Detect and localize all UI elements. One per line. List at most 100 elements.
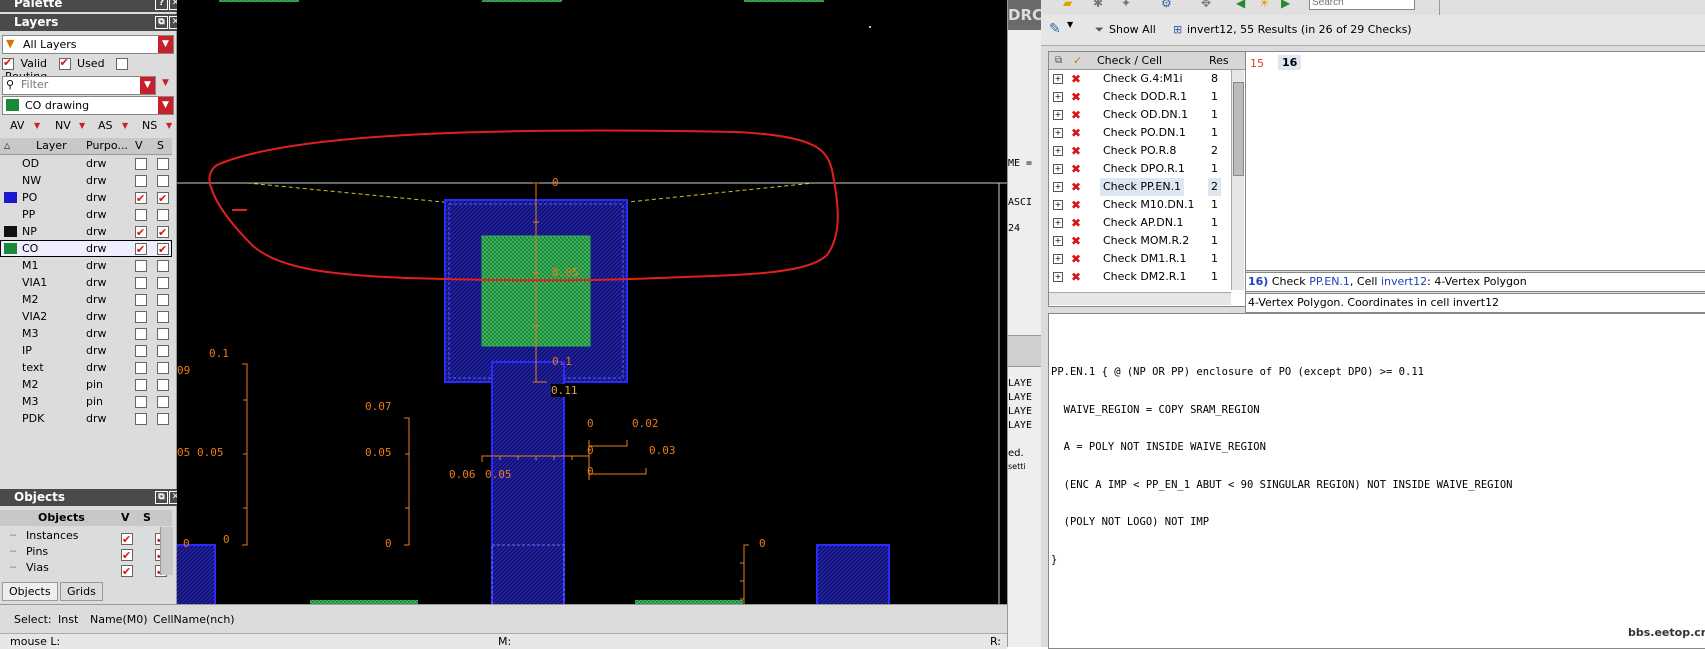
selectable-checkbox[interactable] bbox=[157, 396, 169, 408]
used-checkbox[interactable] bbox=[58, 56, 71, 70]
scrollbar-thumb[interactable] bbox=[1233, 82, 1244, 176]
chevron-down-icon[interactable]: ▼ bbox=[166, 117, 172, 134]
check-row[interactable]: + ✖ Check DPO.R.1 1 bbox=[1049, 160, 1229, 178]
visible-checkbox[interactable] bbox=[135, 277, 147, 289]
chevron-down-icon[interactable]: ▼ bbox=[79, 117, 85, 134]
expand-icon[interactable]: + bbox=[1053, 74, 1063, 84]
check-row[interactable]: + ✖ Check PP.EN.1 2 bbox=[1049, 178, 1229, 196]
layer-row[interactable]: M3 drw bbox=[0, 325, 172, 342]
expand-icon[interactable]: + bbox=[1053, 146, 1063, 156]
layer-row[interactable]: VIA1 drw bbox=[0, 274, 172, 291]
layer-row[interactable]: M2 drw bbox=[0, 291, 172, 308]
layer-row[interactable]: M2 pin bbox=[0, 376, 172, 393]
selectable-checkbox[interactable] bbox=[157, 190, 169, 207]
expand-icon[interactable]: + bbox=[1053, 254, 1063, 264]
chevron-down-icon[interactable]: ▼ bbox=[140, 77, 155, 94]
highlight-icon[interactable]: ✦ bbox=[1121, 0, 1131, 10]
valid-checkbox[interactable] bbox=[2, 56, 14, 70]
visible-checkbox[interactable] bbox=[135, 328, 147, 340]
check-row[interactable]: + ✖ Check DOD.R.1 1 bbox=[1049, 88, 1229, 106]
visible-checkbox[interactable] bbox=[135, 260, 147, 272]
selectable-checkbox[interactable] bbox=[157, 294, 169, 306]
object-row[interactable]: ┄ Vias bbox=[0, 559, 167, 580]
expand-icon[interactable]: + bbox=[1053, 236, 1063, 246]
layer-row[interactable]: PP drw bbox=[0, 206, 172, 223]
visible-checkbox[interactable] bbox=[135, 175, 147, 187]
check-row[interactable]: + ✖ Check M10.DN.1 1 bbox=[1049, 196, 1229, 214]
expand-icon[interactable]: + bbox=[1053, 128, 1063, 138]
check-row[interactable]: + ✖ Check AP.DN.1 1 bbox=[1049, 214, 1229, 232]
layer-row[interactable]: PO drw bbox=[0, 189, 172, 207]
layout-canvas[interactable]: 0 0.05 0.1 0.11 0.1 09 05 0.05 0 0 0.07 … bbox=[177, 0, 1007, 604]
layer-row[interactable]: CO drw bbox=[0, 240, 172, 258]
expand-icon[interactable]: + bbox=[1053, 164, 1063, 174]
check-row[interactable]: + ✖ Check MOM.R.2 1 bbox=[1049, 232, 1229, 250]
gear-icon[interactable]: ⚙ bbox=[1161, 0, 1172, 10]
object-row[interactable]: ┄ Pins bbox=[0, 543, 167, 564]
visible-checkbox[interactable] bbox=[121, 563, 133, 580]
expand-icon[interactable]: + bbox=[1053, 92, 1063, 102]
chevron-down-icon[interactable]: ▼ bbox=[1067, 20, 1073, 29]
check-column-header[interactable]: Check / Cell bbox=[1097, 52, 1162, 69]
visible-checkbox[interactable] bbox=[135, 158, 147, 170]
visible-checkbox[interactable] bbox=[135, 294, 147, 306]
as-button[interactable]: AS bbox=[98, 117, 113, 134]
check-row[interactable]: + ✖ Check G.4:M1i 8 bbox=[1049, 70, 1229, 88]
expand-icon[interactable]: + bbox=[1053, 182, 1063, 192]
s-column-header[interactable]: S bbox=[157, 138, 164, 154]
expand-icon[interactable]: + bbox=[1053, 200, 1063, 210]
layer-row[interactable]: NP drw bbox=[0, 223, 172, 241]
checks-hscrollbar[interactable] bbox=[1049, 292, 1231, 305]
selectable-checkbox[interactable] bbox=[157, 175, 169, 187]
visible-checkbox[interactable] bbox=[135, 209, 147, 221]
visible-checkbox[interactable] bbox=[135, 311, 147, 323]
settings-icon[interactable]: ✱ bbox=[1093, 0, 1103, 10]
result-id[interactable]: 15 bbox=[1250, 57, 1264, 70]
layer-row[interactable]: IP drw bbox=[0, 342, 172, 359]
chevron-down-icon[interactable]: ▼ bbox=[158, 36, 173, 53]
purpose-column-header[interactable]: Purpo... bbox=[86, 138, 128, 154]
float-icon[interactable]: ⧉ bbox=[155, 16, 168, 29]
selectable-checkbox[interactable] bbox=[157, 224, 169, 241]
layer-set-select[interactable]: ▼ All Layers ▼ bbox=[2, 35, 174, 54]
chevron-down-icon[interactable]: ▼ bbox=[122, 117, 128, 134]
expand-icon[interactable]: + bbox=[1053, 272, 1063, 282]
tab-grids[interactable]: Grids bbox=[60, 582, 103, 601]
visible-checkbox[interactable] bbox=[135, 345, 147, 357]
result-detail-cell-link[interactable]: invert12 bbox=[1381, 275, 1427, 288]
visible-checkbox[interactable] bbox=[135, 241, 147, 258]
selectable-checkbox[interactable] bbox=[157, 241, 169, 258]
layer-row[interactable]: PDK drw bbox=[0, 410, 172, 427]
filter-options-icon[interactable]: ▼ bbox=[162, 78, 169, 88]
arrow-right-icon[interactable]: ▶ bbox=[1281, 0, 1290, 10]
av-button[interactable]: AV bbox=[10, 117, 24, 134]
visible-checkbox[interactable] bbox=[135, 379, 147, 391]
selectable-checkbox[interactable] bbox=[157, 379, 169, 391]
objects-scrollbar[interactable] bbox=[160, 527, 173, 575]
routing-checkbox[interactable] bbox=[116, 58, 129, 70]
check-row[interactable]: + ✖ Check OD.DN.1 1 bbox=[1049, 106, 1229, 124]
help-icon[interactable]: ? bbox=[155, 0, 168, 10]
selectable-checkbox[interactable] bbox=[157, 413, 169, 425]
s-column-header[interactable]: S bbox=[143, 510, 151, 526]
show-all-button[interactable]: Show All bbox=[1109, 23, 1156, 36]
result-detail-check-link[interactable]: PP.EN.1 bbox=[1309, 275, 1350, 288]
visible-checkbox[interactable] bbox=[135, 362, 147, 374]
visible-checkbox[interactable] bbox=[135, 413, 147, 425]
check-row[interactable]: + ✖ Check PO.R.8 2 bbox=[1049, 142, 1229, 160]
layer-row[interactable]: M3 pin bbox=[0, 393, 172, 410]
float-icon[interactable]: ⧉ bbox=[155, 491, 168, 504]
arrow-left-icon[interactable]: ◀ bbox=[1236, 0, 1245, 10]
nv-button[interactable]: NV bbox=[55, 117, 71, 134]
ns-button[interactable]: NS bbox=[142, 117, 157, 134]
selectable-checkbox[interactable] bbox=[157, 328, 169, 340]
layer-filter-input[interactable]: ⚲ ▼ bbox=[2, 76, 156, 95]
tool-icon[interactable]: ✥ bbox=[1201, 0, 1211, 10]
check-row[interactable]: + ✖ Check PO.DN.1 1 bbox=[1049, 124, 1229, 142]
visible-checkbox[interactable] bbox=[135, 396, 147, 408]
res-column-header[interactable]: Res bbox=[1209, 52, 1229, 69]
checks-scrollbar[interactable] bbox=[1231, 70, 1244, 290]
check-row[interactable]: + ✖ Check DM1.R.1 1 bbox=[1049, 250, 1229, 268]
layer-row[interactable]: M1 drw bbox=[0, 257, 172, 274]
result-id-selected[interactable]: 16 bbox=[1278, 55, 1302, 70]
